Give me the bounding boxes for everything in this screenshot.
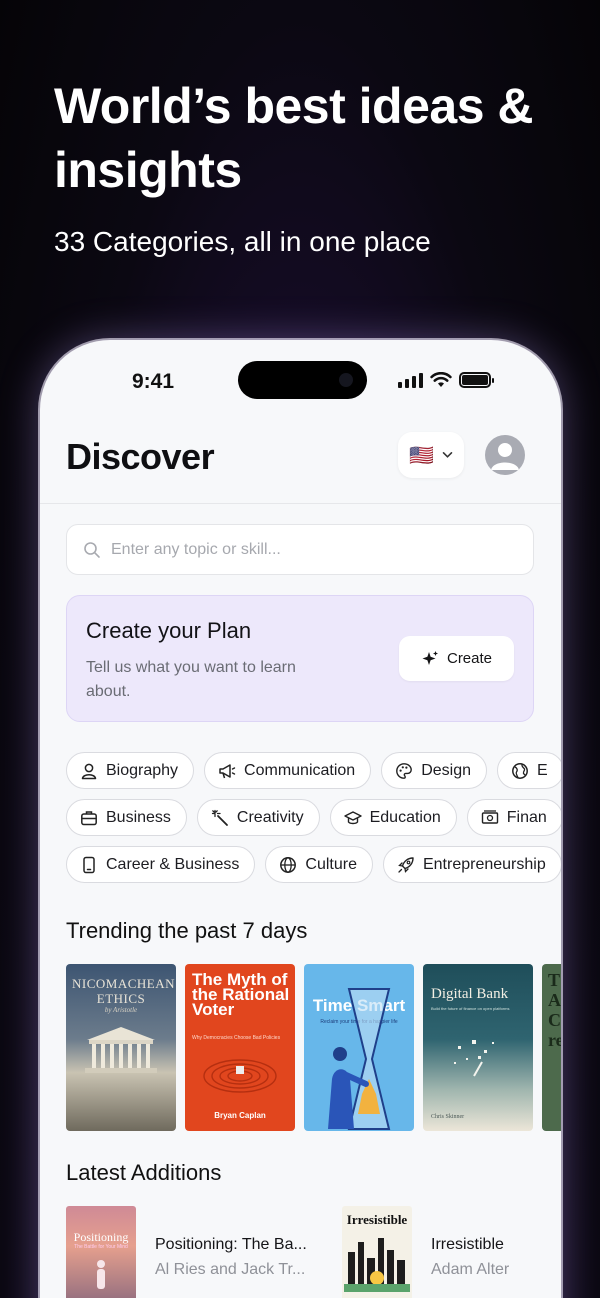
status-time: 9:41 — [132, 370, 175, 393]
book-author: Bryan Caplan — [214, 1111, 266, 1120]
dynamic-island — [238, 361, 367, 399]
temple-illustration — [85, 1027, 157, 1073]
globe-icon — [512, 762, 528, 779]
page-title: Discover — [66, 436, 215, 477]
create-plan-card: Create your Plan Tell us what you want t… — [66, 595, 534, 722]
wifi-icon — [430, 372, 452, 387]
graduation-cap-icon — [343, 810, 362, 824]
status-icons — [398, 372, 494, 388]
book-cover[interactable]: Time Smart Reclaim your time for a happi… — [304, 964, 414, 1131]
latest-book-title: Irresistible — [431, 1236, 504, 1253]
search-input[interactable] — [111, 540, 491, 559]
book-author: by Aristotle — [104, 1006, 138, 1014]
person-icon — [81, 763, 97, 779]
book-cover[interactable]: T A C re — [542, 964, 561, 1131]
phone-screen: 9:41 Discover 🇺🇸 Create your Plan Tel — [40, 340, 561, 1298]
maze-illustration — [203, 1059, 277, 1093]
banknote-icon — [481, 809, 498, 824]
chip-career-business[interactable]: Career & Business — [66, 846, 256, 883]
user-avatar-icon — [491, 443, 519, 470]
chip-education[interactable]: Education — [329, 799, 457, 836]
globe-icon — [280, 856, 297, 873]
chip-culture[interactable]: Culture — [265, 846, 373, 883]
create-button[interactable]: Create — [399, 636, 514, 681]
book-cover[interactable]: The Myth of the Rational Voter Why Democ… — [185, 964, 295, 1131]
chip-creativity[interactable]: Creativity — [196, 799, 320, 836]
avatar[interactable] — [485, 435, 525, 475]
language-selector[interactable]: 🇺🇸 — [398, 432, 464, 478]
category-row-3: Career & Business Culture Entrepreneursh… — [66, 846, 561, 883]
chip-partial-finance[interactable]: Finan — [466, 799, 561, 836]
cover-subtitle: The Battle for Your Mind — [74, 1244, 128, 1250]
latest-book-author: Al Ries and Jack Tr... — [155, 1261, 306, 1278]
category-row-1: Biography Communication Design E — [66, 752, 561, 789]
cellular-signal-icon — [398, 372, 423, 388]
chip-biography[interactable]: Biography — [66, 752, 195, 789]
palette-icon — [396, 762, 413, 779]
book-author: Chris Skinner — [431, 1114, 465, 1120]
magic-wand-icon — [211, 809, 228, 826]
hero-subtitle: 33 Categories, all in one place — [54, 226, 431, 257]
book-title: T A C re — [548, 970, 561, 1050]
figure-illustration — [97, 1260, 105, 1289]
book-subtitle: Build the future of finance on open plat… — [431, 1006, 510, 1011]
particles-illustration — [454, 1040, 494, 1077]
battery-icon — [459, 372, 494, 388]
category-row-2: Business Creativity Education Finan — [66, 799, 561, 836]
book-title: NICOMACHEAN ETHICS — [72, 976, 175, 1006]
book-cover[interactable]: NICOMACHEAN ETHICS by Aristotle — [66, 964, 176, 1131]
trending-books: NICOMACHEAN ETHICS by Aristotle The Myth… — [66, 964, 561, 1131]
cover-title: Irresistible — [346, 1212, 408, 1227]
book-cover: Positioning The Battle for Your Mind — [66, 1206, 136, 1298]
sparkle-icon — [422, 650, 438, 665]
megaphone-icon — [219, 763, 236, 778]
search-bar[interactable] — [66, 524, 534, 575]
chip-business[interactable]: Business — [66, 799, 187, 836]
latest-book-title: Positioning: The Ba... — [155, 1236, 307, 1253]
latest-title: Latest Additions — [66, 1160, 222, 1185]
rocket-icon — [398, 856, 414, 873]
book-subtitle: Why Democracies Choose Bad Policies — [192, 1035, 281, 1041]
city-illustration — [344, 1238, 410, 1292]
book-cover: Irresistible — [342, 1206, 412, 1298]
us-flag-icon: 🇺🇸 — [409, 444, 434, 467]
chevron-down-icon — [442, 452, 453, 458]
plan-description: Tell us what you want to learn about. — [86, 659, 296, 700]
cover-title: Positioning — [73, 1230, 129, 1244]
book-title: The Myth of the Rational Voter — [192, 970, 290, 1019]
chip-communication[interactable]: Communication — [204, 752, 372, 789]
latest-book-author: Adam Alter — [431, 1261, 510, 1278]
hero-title: World’s best ideas & insights — [54, 78, 534, 198]
header-divider — [40, 503, 561, 504]
phone-icon — [83, 856, 95, 873]
plan-title: Create your Plan — [86, 618, 252, 643]
chip-entrepreneurship[interactable]: Entrepreneurship — [382, 846, 561, 883]
chip-design[interactable]: Design — [381, 752, 488, 789]
briefcase-icon — [81, 810, 97, 825]
search-icon — [84, 541, 100, 558]
chip-partial-e[interactable]: E — [497, 752, 561, 789]
book-title: Digital Bank — [431, 986, 509, 1002]
trending-title: Trending the past 7 days — [66, 918, 308, 943]
hourglass-illustration — [328, 988, 391, 1130]
book-cover[interactable]: Digital Bank Build the future of finance… — [423, 964, 533, 1131]
create-button-label: Create — [446, 650, 493, 667]
